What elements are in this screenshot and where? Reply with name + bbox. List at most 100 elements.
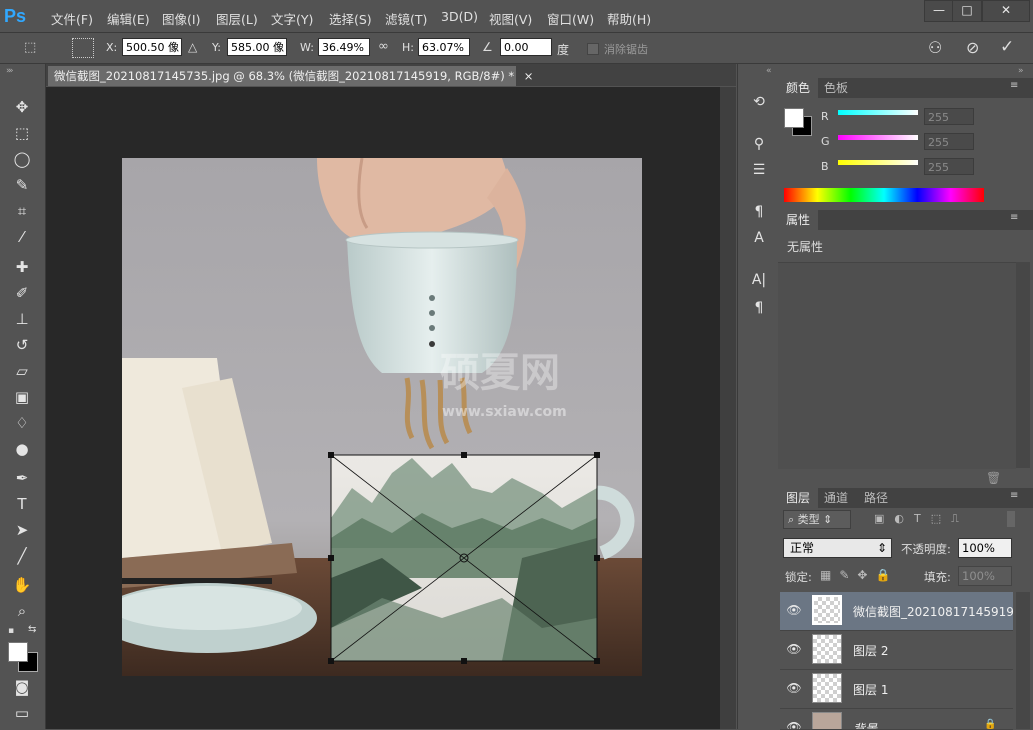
hand-tool-icon[interactable]: ✋: [10, 574, 34, 596]
g-slider[interactable]: [838, 135, 918, 140]
commit-transform-icon[interactable]: ✓: [1000, 37, 1014, 57]
properties-trash-icon[interactable]: 🗑: [986, 471, 1001, 485]
healing-brush-tool-icon[interactable]: ✚: [10, 256, 34, 278]
brush-tool-icon[interactable]: ✐: [10, 282, 34, 304]
swap-colors-icon[interactable]: ⇆: [28, 624, 36, 635]
layer-row[interactable]: 👁 图层 2: [780, 631, 1013, 670]
g-value[interactable]: 255: [924, 133, 974, 150]
y-input[interactable]: 585.00 像: [227, 38, 287, 56]
menu-select[interactable]: 选择(S): [329, 9, 372, 28]
character-panel-icon[interactable]: A|: [748, 270, 770, 290]
properties-menu-icon[interactable]: ≡: [1010, 212, 1018, 223]
menu-filter[interactable]: 滤镜(T): [385, 9, 427, 28]
paragraph-panel-icon[interactable]: ¶: [748, 298, 770, 318]
menu-file[interactable]: 文件(F): [51, 9, 93, 28]
opacity-input[interactable]: 100%: [958, 538, 1012, 558]
tab-color[interactable]: 颜色: [778, 78, 819, 98]
minimize-button[interactable]: —: [924, 0, 954, 22]
menu-help[interactable]: 帮助(H): [607, 9, 651, 28]
paragraph-style-icon[interactable]: ¶: [748, 202, 770, 222]
tab-properties[interactable]: 属性: [778, 210, 819, 230]
foreground-color-swatch[interactable]: [8, 642, 28, 662]
r-value[interactable]: 255: [924, 108, 974, 125]
h-input[interactable]: 63.07%: [418, 38, 470, 56]
screen-mode-icon[interactable]: ▭: [10, 702, 34, 724]
crop-tool-icon[interactable]: ⌗: [10, 200, 34, 222]
filter-toggle[interactable]: [1007, 511, 1015, 527]
cancel-transform-icon[interactable]: ⊘: [966, 38, 979, 57]
blur-tool-icon[interactable]: ♢: [10, 412, 34, 434]
visibility-eye-icon[interactable]: 👁: [786, 602, 802, 618]
warp-icon[interactable]: ⚇: [928, 38, 942, 57]
quick-select-tool-icon[interactable]: ✎: [10, 174, 34, 196]
dodge-tool-icon[interactable]: ●: [10, 438, 34, 460]
brush-preset-icon[interactable]: ⚲: [748, 134, 770, 154]
tab-paths[interactable]: 路径: [856, 488, 896, 508]
color-fg-swatch[interactable]: [784, 108, 804, 128]
document-canvas-image[interactable]: 硕夏网 www.sxiaw.com: [122, 158, 642, 676]
menu-type[interactable]: 文字(Y): [271, 9, 313, 28]
layer-row[interactable]: 👁 图层 1: [780, 670, 1013, 709]
link-icon[interactable]: ∞: [378, 39, 389, 54]
eyedropper-tool-icon[interactable]: ⁄: [10, 226, 34, 248]
panels-collapse-icon[interactable]: »: [1018, 66, 1024, 76]
delta-icon[interactable]: △: [188, 40, 197, 54]
default-colors-icon[interactable]: ▪: [8, 626, 14, 636]
strip-collapse-icon[interactable]: «: [766, 66, 772, 76]
layer-filter-icons[interactable]: ▣◐T⬚⎍: [874, 512, 969, 526]
stamp-tool-icon[interactable]: ⊥: [10, 308, 34, 330]
w-input[interactable]: 36.49%: [318, 38, 370, 56]
close-tab-icon[interactable]: ×: [524, 69, 534, 83]
blend-mode-select[interactable]: 正常 ⇕: [783, 538, 892, 558]
character-style-icon[interactable]: A: [748, 228, 770, 248]
visibility-eye-icon[interactable]: 👁: [786, 680, 802, 696]
eraser-tool-icon[interactable]: ▱: [10, 360, 34, 382]
x-input[interactable]: 500.50 像: [122, 38, 182, 56]
layers-scrollbar[interactable]: [1016, 592, 1030, 729]
gradient-tool-icon[interactable]: ▣: [10, 386, 34, 408]
angle-input[interactable]: 0.00: [500, 38, 552, 56]
properties-scrollbar[interactable]: [1016, 262, 1030, 468]
r-slider[interactable]: [838, 110, 918, 115]
type-tool-icon[interactable]: T: [10, 493, 34, 515]
line-tool-icon[interactable]: ╱: [10, 545, 34, 567]
history-brush-tool-icon[interactable]: ↺: [10, 334, 34, 356]
menu-window[interactable]: 窗口(W): [547, 9, 594, 28]
layer-row[interactable]: 👁 微信截图_20210817145919: [780, 592, 1014, 631]
visibility-eye-icon[interactable]: 👁: [786, 641, 802, 657]
menu-image[interactable]: 图像(I): [162, 9, 200, 28]
layers-menu-icon[interactable]: ≡: [1010, 490, 1018, 501]
menu-layer[interactable]: 图层(L): [216, 9, 258, 28]
lasso-tool-icon[interactable]: ◯: [10, 148, 34, 170]
zoom-tool-icon[interactable]: ⌕: [10, 600, 34, 622]
close-window-button[interactable]: ✕: [982, 0, 1030, 22]
lock-icons[interactable]: ▦✎✥🔒: [820, 568, 898, 582]
b-slider[interactable]: [838, 160, 918, 165]
move-tool-icon[interactable]: ✥: [10, 96, 34, 118]
reference-point-icon[interactable]: [72, 38, 94, 58]
layer-row[interactable]: 👁 背景 🔒: [780, 709, 1013, 730]
document-tab[interactable]: 微信截图_20210817145735.jpg @ 68.3% (微信截图_20…: [48, 66, 533, 86]
pen-tool-icon[interactable]: ✒: [10, 467, 34, 489]
visibility-eye-icon[interactable]: 👁: [786, 719, 802, 729]
layer-filter-select[interactable]: ⌕ 类型 ⇕: [783, 510, 851, 529]
quick-mask-icon[interactable]: ◙: [10, 676, 34, 698]
menu-edit[interactable]: 编辑(E): [107, 9, 150, 28]
color-spectrum-bar[interactable]: [784, 188, 984, 202]
antialias-checkbox[interactable]: [587, 43, 599, 55]
history-panel-icon[interactable]: ⟲: [748, 92, 770, 112]
b-value[interactable]: 255: [924, 158, 974, 175]
canvas-scrollbar[interactable]: [720, 87, 736, 729]
menu-view[interactable]: 视图(V): [489, 9, 532, 28]
fill-input[interactable]: 100%: [958, 566, 1012, 586]
adjustments-icon[interactable]: ☰: [748, 160, 770, 180]
tab-layers[interactable]: 图层: [778, 488, 819, 508]
restore-button[interactable]: □: [952, 0, 982, 22]
transform-tool-icon[interactable]: ⬚: [24, 40, 46, 56]
tab-swatches[interactable]: 色板: [816, 78, 856, 98]
tabbar-collapse-icon[interactable]: »: [8, 66, 14, 76]
menu-3d[interactable]: 3D(D): [441, 9, 478, 24]
path-select-tool-icon[interactable]: ➤: [10, 519, 34, 541]
marquee-tool-icon[interactable]: ⬚: [10, 122, 34, 144]
tab-channels[interactable]: 通道: [816, 488, 856, 508]
